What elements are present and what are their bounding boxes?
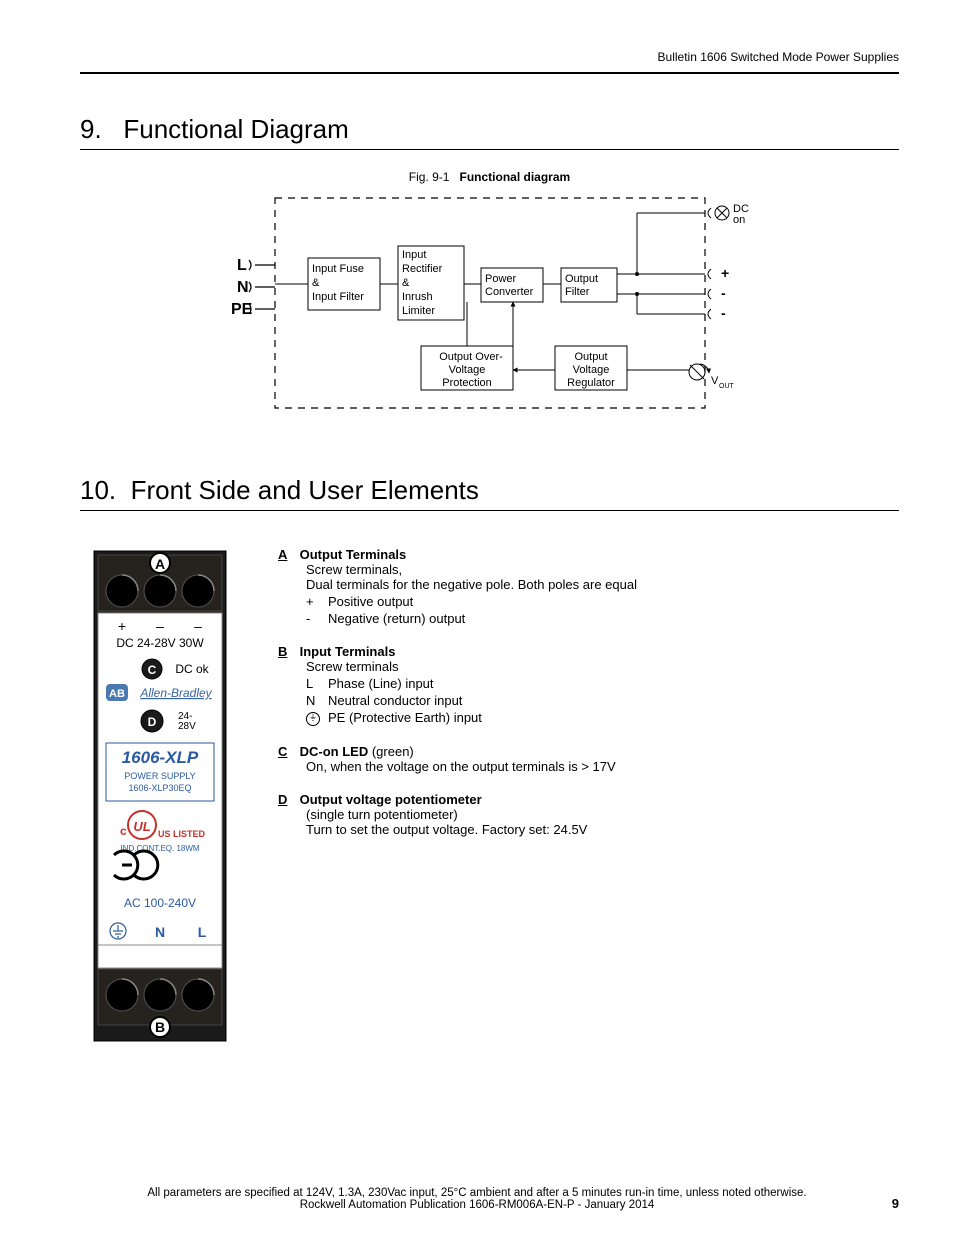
desc-D-title: Output voltage potentiometer (300, 792, 482, 807)
desc-B-title: Input Terminals (300, 644, 396, 659)
section-10-number: 10. (80, 475, 116, 505)
input-screw-icon (106, 979, 214, 1011)
svg-text:–: – (194, 618, 202, 634)
figure-number: Fig. 9-1 (409, 170, 450, 184)
footer-publication: Rockwell Automation Publication 1606-RM0… (0, 1199, 954, 1211)
header-running-title: Bulletin 1606 Switched Mode Power Suppli… (80, 50, 899, 64)
desc-B-key: B (278, 644, 296, 659)
section-10-heading: 10. Front Side and User Elements (80, 475, 899, 511)
svg-text:1606-XLP30EQ: 1606-XLP30EQ (128, 783, 191, 793)
figure-title: Functional diagram (460, 170, 571, 184)
desc-A-title: Output Terminals (300, 547, 407, 562)
desc-D-line2: Turn to set the output voltage. Factory … (306, 822, 899, 837)
desc-D: D Output voltage potentiometer (single t… (278, 792, 899, 837)
desc-B: B Input Terminals Screw terminals LPhase… (278, 644, 899, 726)
desc-A: A Output Terminals Screw terminals, Dual… (278, 547, 899, 626)
svg-text:L: L (198, 924, 207, 940)
svg-text:OUT: OUT (719, 383, 735, 390)
svg-text:Output: Output (574, 351, 607, 363)
svg-text:Filter: Filter (565, 286, 590, 298)
svg-text:DC 24-28V 30W: DC 24-28V 30W (116, 636, 204, 650)
svg-text:Inrush: Inrush (402, 291, 433, 303)
desc-C-key: C (278, 744, 296, 759)
svg-text:Voltage: Voltage (448, 364, 485, 376)
desc-D-line1: (single turn potentiometer) (306, 807, 899, 822)
svg-text:1606-XLP: 1606-XLP (122, 748, 199, 767)
output-screw-icon (106, 575, 214, 607)
svg-text:Rectifier: Rectifier (402, 263, 443, 275)
figure-caption: Fig. 9-1 Functional diagram (80, 170, 899, 184)
svg-text:&: & (312, 277, 320, 289)
svg-text:-: - (721, 305, 726, 321)
svg-text:N: N (155, 924, 165, 940)
svg-text:Output Over-: Output Over- (439, 351, 503, 363)
svg-text:+: + (118, 618, 126, 634)
svg-text:–: – (156, 618, 164, 634)
desc-C: C DC-on LED (green) On, when the voltage… (278, 744, 899, 774)
svg-text:Regulator: Regulator (567, 377, 615, 389)
svg-text:D: D (148, 715, 157, 729)
N-sym: N (306, 693, 328, 708)
svg-text:C: C (148, 663, 157, 677)
header-rule (80, 72, 899, 74)
desc-B-r3: PE (Protective Earth) input (328, 710, 482, 726)
svg-text:Protection: Protection (442, 377, 492, 389)
input-L-label: L (237, 257, 247, 274)
svg-text:&: & (402, 277, 410, 289)
svg-text:US LISTED: US LISTED (158, 829, 206, 839)
desc-A-line1: Screw terminals, (306, 562, 899, 577)
svg-text:V: V (711, 375, 719, 387)
desc-B-r2: Neutral conductor input (328, 693, 462, 708)
svg-text:c: c (120, 824, 127, 838)
desc-A-r1: Positive output (328, 594, 413, 609)
svg-text:Input Fuse: Input Fuse (312, 263, 364, 275)
footer-note: All parameters are specified at 124V, 1.… (0, 1187, 954, 1199)
section-9-heading: 9. Functional Diagram (80, 114, 899, 150)
desc-A-line2: Dual terminals for the negative pole. Bo… (306, 577, 899, 592)
svg-text:Power: Power (485, 273, 517, 285)
svg-text:+: + (721, 265, 729, 281)
svg-text:UL: UL (133, 819, 150, 834)
svg-text:IND.CONT.EQ. 18WM: IND.CONT.EQ. 18WM (120, 844, 199, 853)
desc-B-r1: Phase (Line) input (328, 676, 434, 691)
desc-D-key: D (278, 792, 296, 807)
svg-text:Converter: Converter (485, 286, 534, 298)
minus-sym: - (306, 611, 328, 626)
device-front-illustration: A + – – DC 24-28V 30W C DC ok AB Allen-B… (80, 547, 240, 1052)
svg-text:DC ok: DC ok (175, 662, 209, 676)
svg-text:28V: 28V (178, 721, 196, 732)
input-PE-label: PE (231, 301, 253, 318)
desc-B-line1: Screw terminals (306, 659, 899, 674)
svg-text:-: - (721, 285, 726, 301)
svg-text:POWER SUPPLY: POWER SUPPLY (124, 771, 195, 781)
page-footer: All parameters are specified at 124V, 1.… (0, 1187, 954, 1211)
functional-diagram: L N PE Input Fuse & Input Filter Input R… (225, 190, 755, 425)
earth-icon: ⏚ (306, 712, 320, 726)
svg-text:B: B (155, 1019, 165, 1035)
svg-text:Allen-Bradley: Allen-Bradley (139, 686, 212, 700)
desc-C-suffix: (green) (368, 744, 414, 759)
svg-text:Voltage: Voltage (572, 364, 609, 376)
section-9-number: 9. (80, 114, 102, 144)
svg-text:AB: AB (109, 688, 125, 700)
page-number: 9 (892, 1196, 899, 1211)
svg-text:AC 100-240V: AC 100-240V (124, 896, 196, 910)
svg-text:Input Filter: Input Filter (312, 291, 364, 303)
svg-text:Output: Output (565, 273, 598, 285)
desc-A-key: A (278, 547, 296, 562)
input-N-label: N (237, 279, 249, 296)
svg-text:Input: Input (402, 249, 426, 261)
desc-A-r2: Negative (return) output (328, 611, 465, 626)
svg-text:Limiter: Limiter (402, 305, 435, 317)
svg-text:A: A (155, 556, 165, 572)
desc-C-title: DC-on LED (300, 744, 369, 759)
plus-sym: + (306, 594, 328, 609)
svg-text:on: on (733, 214, 745, 226)
desc-C-line1: On, when the voltage on the output termi… (306, 759, 899, 774)
section-9-title: Functional Diagram (123, 114, 348, 144)
L-sym: L (306, 676, 328, 691)
section-10-title: Front Side and User Elements (131, 475, 479, 505)
